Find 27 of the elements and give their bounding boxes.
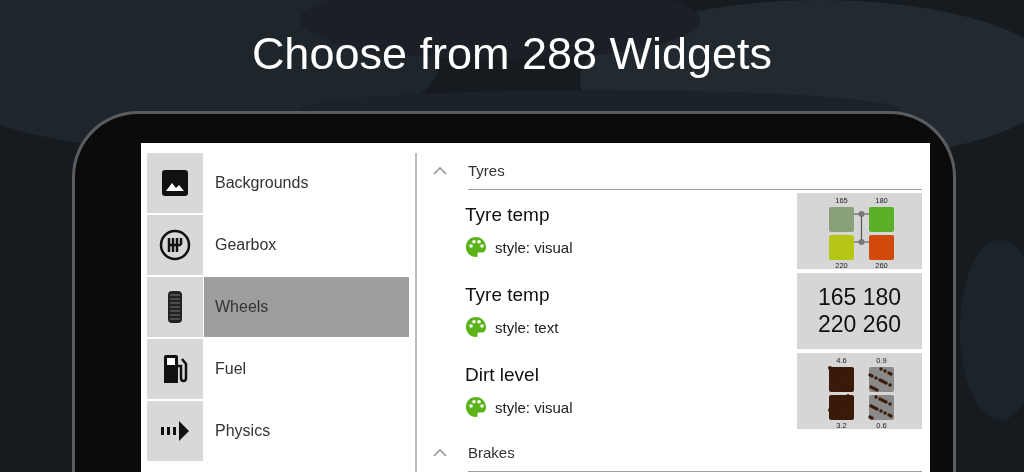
dirt-tile bbox=[828, 366, 854, 392]
chevron-icon[interactable] bbox=[433, 447, 447, 457]
widget-name: Tyre temp bbox=[465, 284, 551, 306]
widget-style: style: text bbox=[495, 318, 559, 336]
headline: Choose from 288 Widgets bbox=[251, 27, 773, 80]
widget-name: Dirt level bbox=[465, 364, 540, 386]
dirt-tile bbox=[868, 367, 894, 392]
axle-drawing bbox=[853, 211, 870, 245]
image-icon bbox=[161, 169, 189, 197]
palette-icon bbox=[465, 316, 487, 338]
section-title: Brakes bbox=[468, 443, 515, 461]
tyre-icon bbox=[167, 290, 183, 324]
arrow-icon bbox=[160, 421, 190, 441]
section-title: Tyres bbox=[468, 161, 505, 179]
tyre-readings: 165 180 bbox=[817, 284, 902, 311]
palette-icon bbox=[465, 236, 487, 258]
dirt-tile bbox=[828, 394, 854, 420]
gear-shift-icon bbox=[159, 229, 191, 261]
palette-icon bbox=[465, 396, 487, 418]
category-item[interactable]: Wheels bbox=[147, 277, 409, 337]
tyre-readings: 220 260 bbox=[817, 311, 902, 338]
fuel-pump-icon bbox=[162, 354, 188, 384]
chevron-icon[interactable] bbox=[433, 165, 447, 175]
widget-style: style: visual bbox=[495, 238, 573, 256]
widget-name: Tyre temp bbox=[465, 204, 551, 226]
widget-style: style: visual bbox=[495, 398, 573, 416]
dirt-tile bbox=[868, 395, 894, 420]
